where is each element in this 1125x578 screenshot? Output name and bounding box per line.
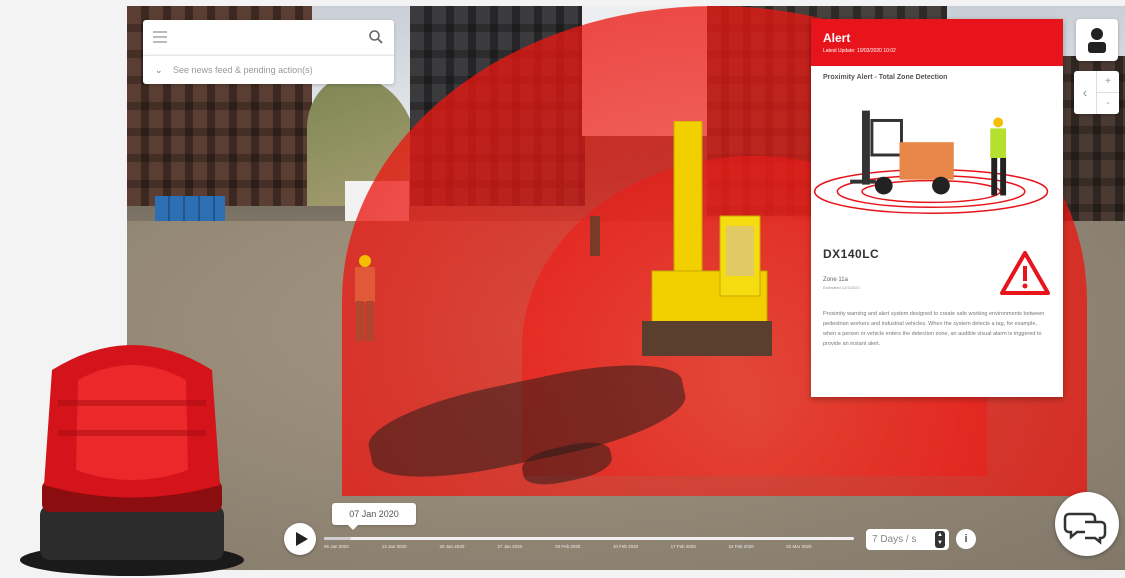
worker-left	[355, 255, 375, 341]
warning-beacon-light	[20, 345, 244, 576]
worker-middle	[590, 216, 600, 256]
newsfeed-toggle[interactable]: ⌄ See news feed & pending action(s)	[143, 55, 394, 84]
alert-subtitle: Proximity Alert - Total Zone Detection	[823, 74, 948, 81]
stepper-icon[interactable]: ▲ ▼	[935, 531, 945, 548]
timeline-progress	[324, 537, 351, 540]
proximity-illustration	[813, 110, 1049, 214]
alert-zone: Zone 11a Estimated 12/3/2020	[823, 277, 860, 290]
back-button[interactable]: ‹	[1074, 71, 1097, 114]
chat-button[interactable]	[1055, 492, 1119, 556]
alert-description: Proximity warning and alert system desig…	[823, 311, 1045, 347]
user-button[interactable]	[1076, 19, 1118, 61]
speed-label: 7 Days / s	[872, 534, 917, 545]
search-icon[interactable]	[368, 29, 384, 45]
excavator	[642, 121, 772, 356]
timeline-track[interactable]	[324, 537, 854, 540]
user-icon	[1088, 28, 1106, 53]
zoom-out-button[interactable]: -	[1097, 93, 1119, 114]
search-bar[interactable]	[143, 20, 394, 55]
alert-updated: Latest Update: 10/03/2020 10:02	[823, 48, 896, 54]
chat-bubbles-icon	[1063, 512, 1107, 545]
chevron-down-icon: ⌄	[155, 65, 163, 75]
timeline-tick: 17 Feb 2020	[670, 544, 696, 549]
info-button[interactable]: i	[956, 529, 976, 549]
current-date-tooltip: 07 Jan 2020	[332, 503, 416, 530]
play-button[interactable]	[284, 523, 316, 555]
timeline-tick: 20 Jan 2020	[439, 544, 465, 549]
zone-meta: Estimated 12/3/2020	[823, 285, 860, 290]
zoom-in-button[interactable]: +	[1097, 71, 1119, 93]
timeline-tick: 24 Feb 2020	[728, 544, 754, 549]
alert-panel: Alert Latest Update: 10/03/2020 10:02 Pr…	[811, 19, 1063, 397]
timeline-tick: 13 Jan 2020	[381, 544, 407, 549]
playback-speed-select[interactable]: 7 Days / s ▲ ▼	[866, 529, 949, 550]
newsfeed-label: See news feed & pending action(s)	[173, 65, 313, 75]
map-controls: ‹ + -	[1074, 71, 1119, 114]
play-icon	[296, 532, 308, 546]
alert-model: DX140LC	[823, 247, 880, 261]
zone-label: Zone 11a	[823, 277, 848, 283]
timeline-tick: 02 Mar 2020	[786, 544, 812, 549]
timeline-tick: 03 Feb 2020	[555, 544, 581, 549]
hamburger-icon[interactable]	[153, 31, 167, 43]
timeline-tick: 10 Feb 2020	[612, 544, 639, 549]
timeline-tick: 27 Jan 2020	[497, 544, 523, 549]
warning-triangle-icon	[1000, 251, 1050, 295]
alert-title: Alert	[823, 31, 851, 45]
alert-header: Alert Latest Update: 10/03/2020 10:02	[811, 19, 1063, 66]
timeline-tick: 06 Jan 2020	[324, 544, 349, 549]
